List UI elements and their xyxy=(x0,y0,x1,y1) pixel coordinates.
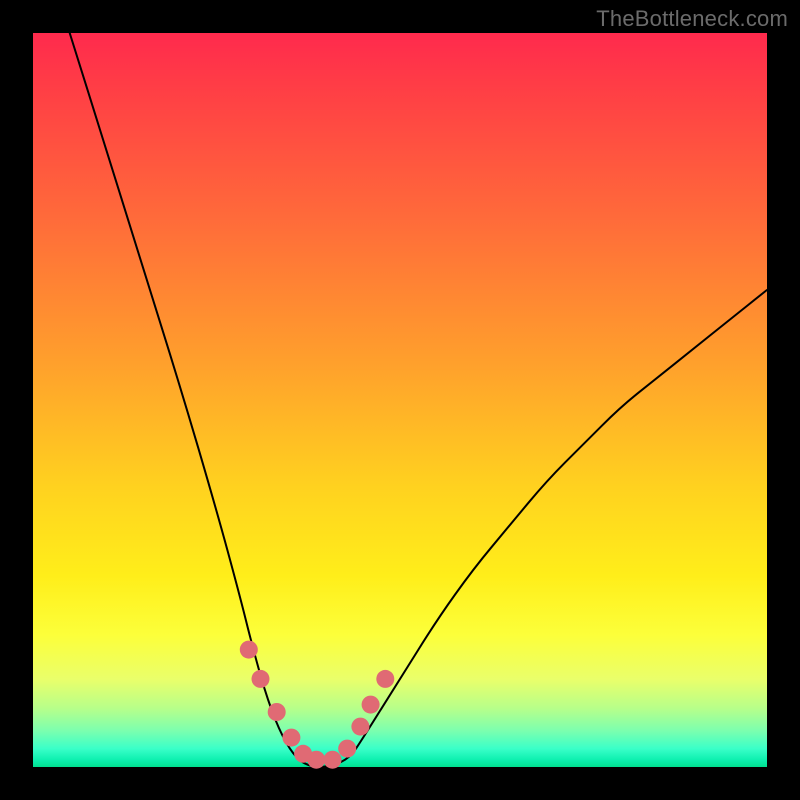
curve-marker xyxy=(252,670,270,688)
curve-marker xyxy=(362,696,380,714)
watermark-text: TheBottleneck.com xyxy=(596,6,788,32)
curve-marker xyxy=(338,740,356,758)
bottleneck-curve-svg xyxy=(33,33,767,767)
curve-marker xyxy=(376,670,394,688)
curve-marker xyxy=(268,703,286,721)
frame: TheBottleneck.com xyxy=(0,0,800,800)
marker-group xyxy=(240,641,394,769)
gradient-plot-area xyxy=(33,33,767,767)
curve-marker xyxy=(324,751,342,769)
curve-marker xyxy=(282,729,300,747)
bottleneck-curve-path xyxy=(70,33,767,767)
curve-marker xyxy=(240,641,258,659)
curve-marker xyxy=(307,751,325,769)
curve-marker xyxy=(351,718,369,736)
